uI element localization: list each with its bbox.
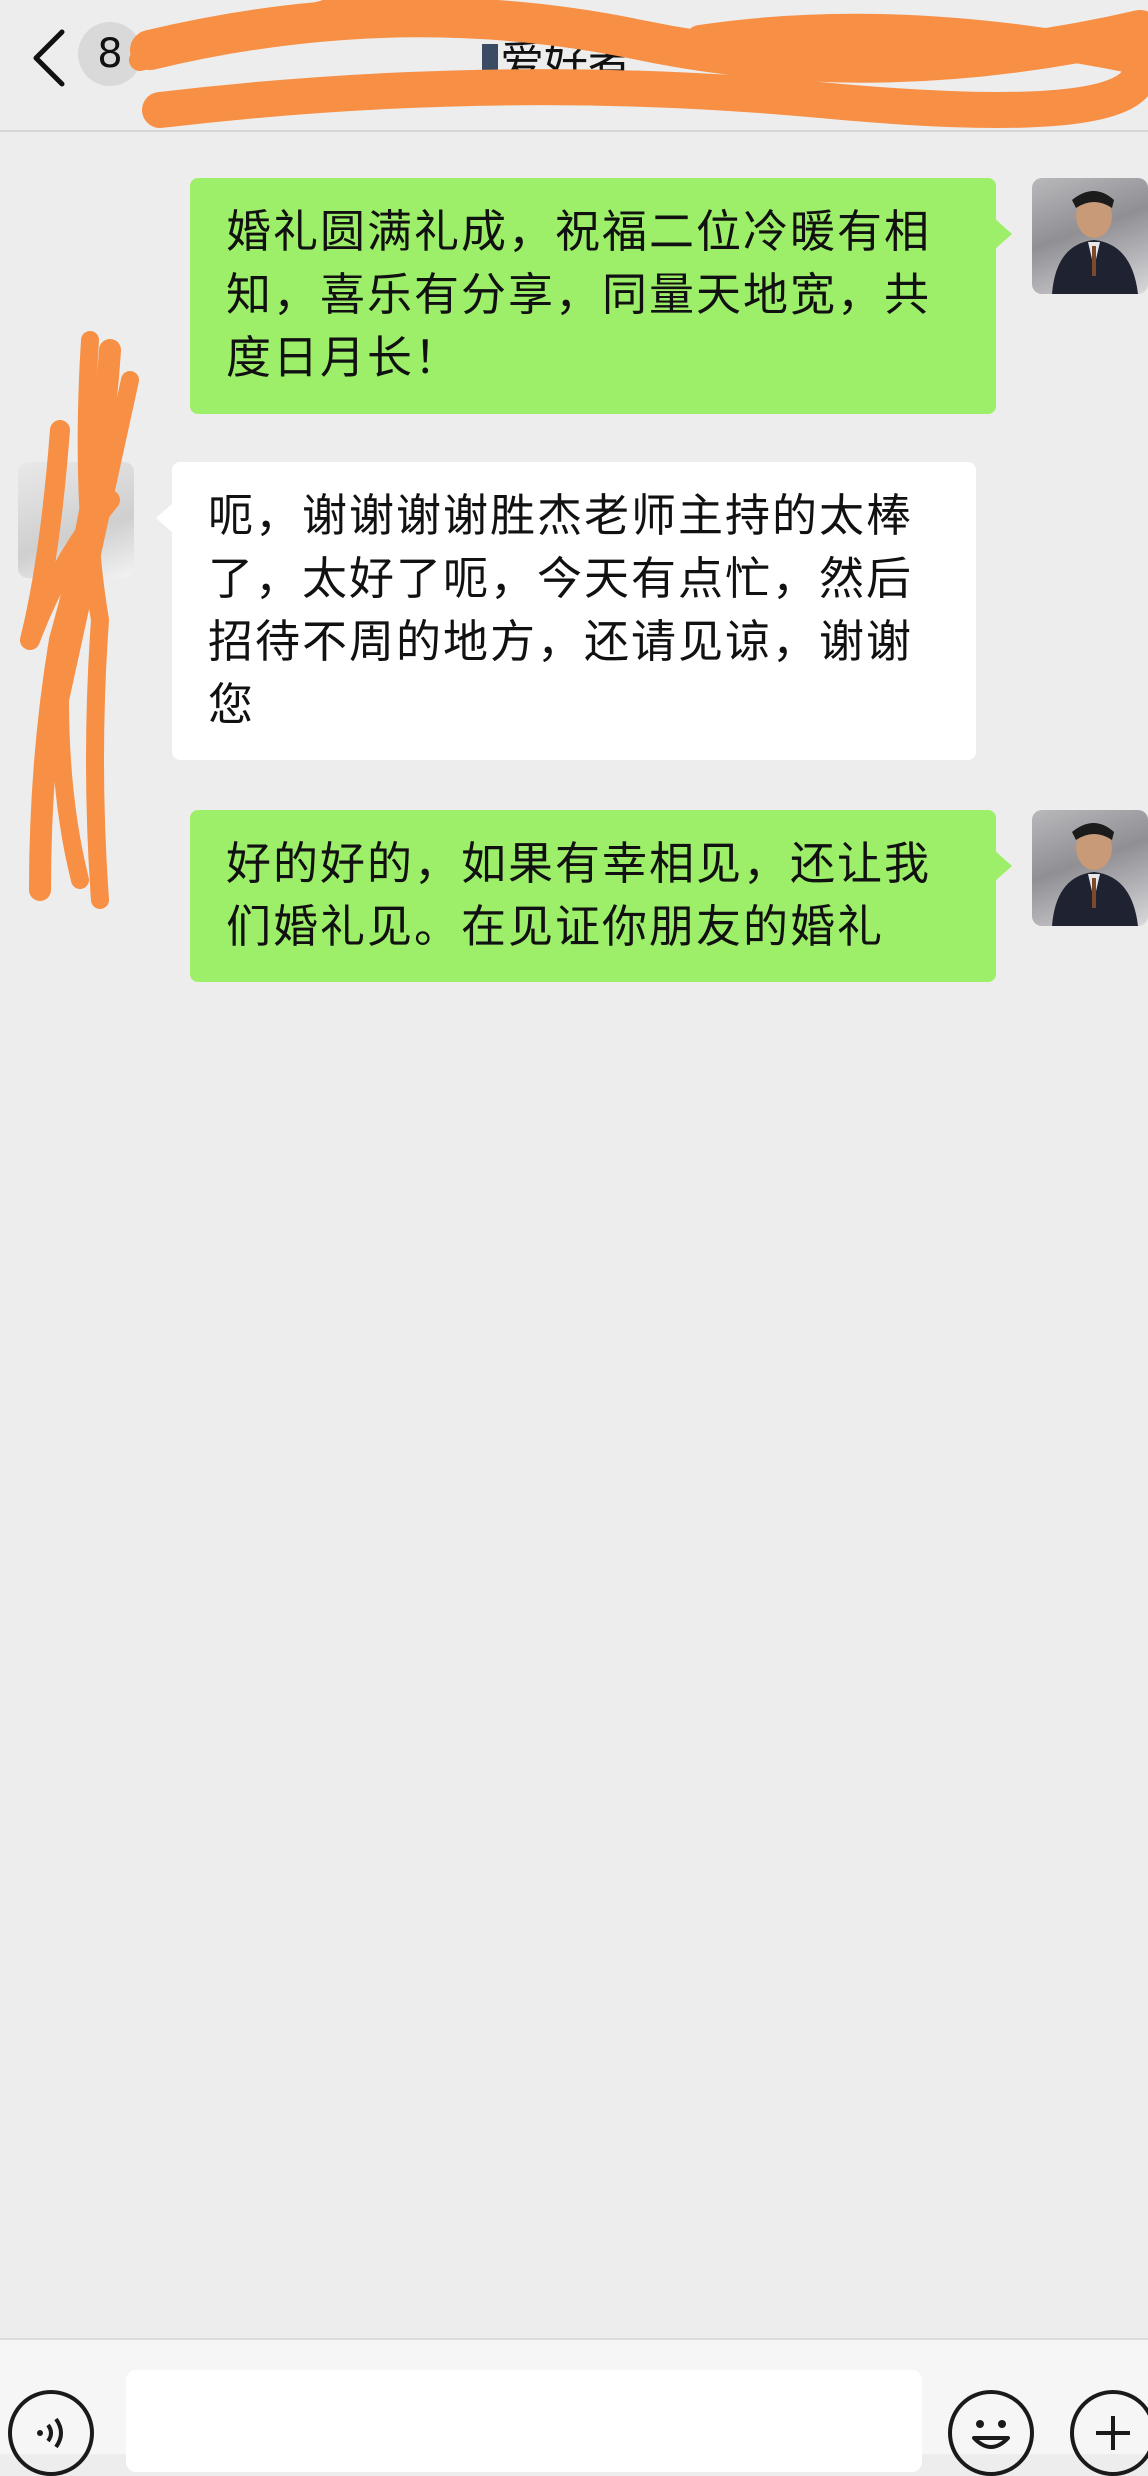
chat-title[interactable]: 爱好者 xyxy=(500,26,632,90)
person-photo-icon xyxy=(1052,191,1138,294)
chat-header: 8 爱好者 xyxy=(0,0,1148,132)
title-emoji-icon xyxy=(482,44,498,74)
unread-count-badge: 8 xyxy=(78,22,142,86)
input-bar xyxy=(0,2338,1148,2476)
back-button[interactable]: 8 xyxy=(30,22,150,94)
message-bubble-sent[interactable]: 婚礼圆满礼成，祝福二位冷暖有相知，喜乐有分享，同量天地宽，共度日月长！ xyxy=(190,178,1012,414)
contact-avatar[interactable] xyxy=(18,462,134,578)
plus-icon xyxy=(1096,2416,1130,2450)
person-photo-icon xyxy=(1052,823,1138,926)
voice-button[interactable] xyxy=(8,2390,94,2476)
my-avatar[interactable] xyxy=(1032,178,1148,294)
more-button[interactable] xyxy=(1070,2390,1148,2476)
message-bubble-sent[interactable]: 好的好的，如果有幸相见，还让我们婚礼见。在见证你朋友的婚礼 xyxy=(190,810,1012,982)
chevron-left-icon xyxy=(33,29,65,87)
message-text: 婚礼圆满礼成，祝福二位冷暖有相知，喜乐有分享，同量天地宽，共度日月长！ xyxy=(226,205,932,384)
message-text: 好的好的，如果有幸相见，还让我们婚礼见。在见证你朋友的婚礼 xyxy=(226,837,932,953)
my-avatar[interactable] xyxy=(1032,810,1148,926)
emoji-button[interactable] xyxy=(948,2390,1034,2476)
message-text: 呃，谢谢谢谢胜杰老师主持的太棒了，太好了呃，今天有点忙，然后招待不周的地方，还请… xyxy=(208,489,914,731)
message-input[interactable] xyxy=(126,2370,922,2472)
emoji-icon xyxy=(972,2420,1010,2449)
voice-icon xyxy=(37,2417,63,2449)
message-bubble-received[interactable]: 呃，谢谢谢谢胜杰老师主持的太棒了，太好了呃，今天有点忙，然后招待不周的地方，还请… xyxy=(156,462,976,760)
